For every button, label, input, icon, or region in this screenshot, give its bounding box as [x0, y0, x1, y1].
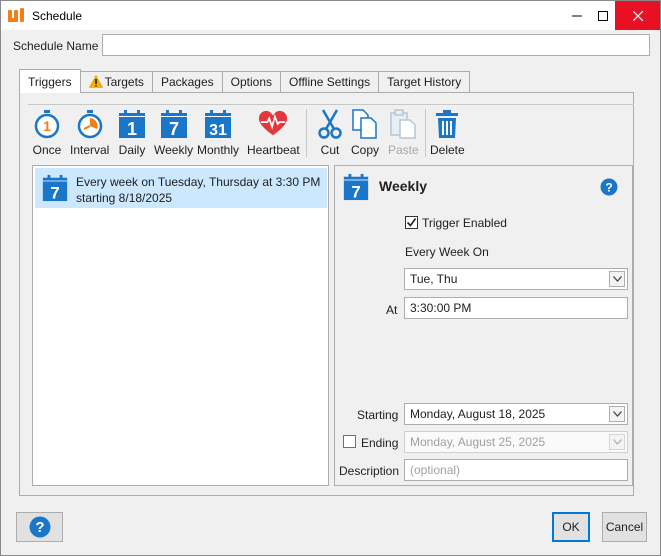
svg-text:31: 31 — [209, 122, 227, 139]
copy-button[interactable]: Copy — [350, 109, 380, 159]
svg-text:?: ? — [35, 519, 44, 536]
help-button[interactable]: ? — [16, 512, 63, 542]
dropdown-arrow — [609, 271, 625, 287]
at-label: At — [386, 303, 398, 317]
warning-icon — [88, 75, 103, 88]
title-bar: Schedule — [1, 1, 660, 30]
toolbar-divider — [28, 104, 634, 105]
svg-text:1: 1 — [43, 118, 51, 134]
detail-title: Weekly — [379, 178, 427, 194]
copy-icon — [352, 109, 377, 139]
trigger-description: Every week on Tuesday, Thursday at 3:30 … — [76, 175, 321, 205]
description-input[interactable]: (optional) — [404, 459, 628, 481]
minimize-icon — [572, 15, 582, 16]
toolbar-separator — [306, 109, 307, 157]
calendar-weekly-icon: 7 — [343, 173, 369, 201]
schedule-name-label: Schedule Name — [13, 39, 99, 53]
schedule-window: Schedule Schedule Name Triggers Targets … — [0, 0, 661, 556]
trigger-list[interactable]: 7 Every week on Tuesday, Thursday at 3:3… — [32, 165, 329, 486]
svg-text:1: 1 — [127, 119, 137, 139]
interval-button[interactable]: Interval — [70, 109, 109, 159]
help-icon: ? — [29, 516, 50, 538]
ending-checkbox[interactable] — [343, 435, 356, 448]
tab-targets[interactable]: Targets — [79, 71, 153, 93]
chevron-down-icon — [612, 411, 622, 417]
list-item[interactable]: 7 Every week on Tuesday, Thursday at 3:3… — [35, 168, 327, 208]
daily-button[interactable]: 1 Daily — [117, 109, 147, 159]
help-icon[interactable]: ? — [600, 178, 618, 196]
tab-target-history[interactable]: Target History — [378, 71, 471, 93]
close-button[interactable] — [615, 1, 660, 30]
time-input[interactable]: 3:30:00 PM — [404, 297, 628, 319]
app-logo-icon — [8, 8, 24, 22]
dropdown-arrow — [609, 434, 625, 450]
ending-label: Ending — [361, 436, 399, 450]
svg-text:7: 7 — [169, 119, 179, 139]
monthly-button[interactable]: 31 Monthly — [197, 109, 239, 159]
stopwatch-interval-icon — [77, 110, 102, 139]
window-title: Schedule — [32, 9, 83, 23]
cancel-button[interactable]: Cancel — [602, 512, 647, 542]
weekly-button[interactable]: 7 Weekly — [154, 109, 193, 159]
schedule-name-input[interactable] — [102, 34, 650, 56]
heartbeat-button[interactable]: Heartbeat — [247, 109, 300, 159]
trigger-enabled-checkbox[interactable] — [405, 216, 418, 229]
calendar-weekly-icon: 7 — [160, 110, 187, 139]
calendar-weekly-icon: 7 — [42, 174, 68, 202]
stopwatch-once-icon: 1 — [34, 110, 60, 139]
tab-options[interactable]: Options — [221, 71, 281, 93]
starting-date-picker[interactable]: Monday, August 18, 2025 — [404, 403, 628, 425]
dropdown-arrow — [609, 406, 625, 422]
tab-offline-settings[interactable]: Offline Settings — [280, 71, 380, 93]
description-label: Description — [339, 464, 400, 478]
svg-text:7: 7 — [50, 183, 59, 202]
ok-button[interactable]: OK — [552, 512, 590, 542]
calendar-daily-icon: 1 — [119, 110, 145, 139]
minimize-button[interactable] — [563, 1, 591, 30]
chevron-down-icon — [612, 439, 622, 445]
once-button[interactable]: 1 Once — [32, 109, 62, 159]
tab-triggers[interactable]: Triggers — [19, 69, 81, 93]
every-week-on-label: Every Week On — [405, 245, 489, 259]
trash-icon — [436, 110, 459, 138]
cut-button[interactable]: Cut — [315, 109, 345, 159]
calendar-monthly-icon: 31 — [205, 110, 232, 139]
checkmark-icon — [406, 218, 417, 227]
tab-strip: Triggers Targets Packages Options Offlin… — [19, 69, 471, 93]
tab-packages[interactable]: Packages — [151, 71, 223, 93]
maximize-icon — [598, 10, 608, 21]
weekdays-dropdown[interactable]: Tue, Thu — [404, 268, 628, 290]
svg-text:?: ? — [605, 181, 612, 195]
starting-label: Starting — [357, 408, 399, 422]
scissors-icon — [318, 109, 342, 139]
maximize-button[interactable] — [589, 1, 617, 30]
chevron-down-icon — [612, 276, 622, 282]
toolbar-separator — [425, 109, 426, 157]
svg-text:7: 7 — [351, 182, 360, 201]
heartbeat-icon — [259, 110, 288, 136]
close-icon — [632, 10, 643, 21]
trigger-enabled-label: Trigger Enabled — [422, 216, 507, 230]
delete-button[interactable]: Delete — [430, 109, 465, 159]
paste-icon — [390, 109, 417, 139]
ending-date-picker[interactable]: Monday, August 25, 2025 — [404, 431, 628, 453]
paste-button[interactable]: Paste — [388, 109, 419, 159]
